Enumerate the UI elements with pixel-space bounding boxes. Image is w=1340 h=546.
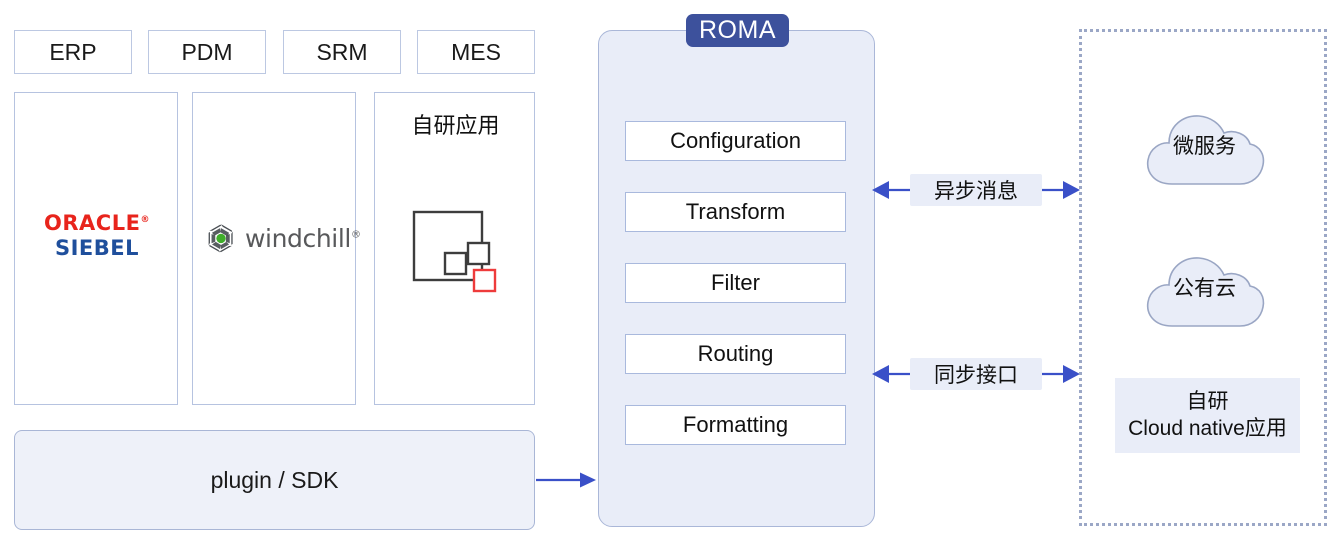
system-tag-label: SRM [316,38,368,65]
roma-item-label: Configuration [670,128,801,153]
roma-item-label: Routing [697,341,774,366]
roma-badge-label: ROMA [699,16,776,44]
roma-item-transform[interactable]: Transform [625,192,846,232]
cloud-public-cloud-svg [1146,257,1265,327]
self-developed-app-title: 自研应用 [411,113,500,138]
windchill-registered-mark: ® [350,229,361,241]
system-tag-srm[interactable]: SRM [283,30,401,74]
arrow-plugin-to-roma [536,468,598,492]
system-tag-erp[interactable]: ERP [14,30,132,74]
connector-sync-interface: 同步接口 [872,354,1080,394]
roma-item-formatting[interactable]: Formatting [625,405,846,445]
windchill-hexagon-icon-svg [208,224,233,253]
system-tag-mes[interactable]: MES [417,30,535,74]
cloud-native-app-box[interactable]: 自研 Cloud native应用 [1115,378,1300,453]
oracle-wordmark: ORACLE® [44,211,150,235]
cloud-microservice-svg [1146,115,1265,185]
cloud-native-line1: 自研 [1186,390,1229,414]
roma-item-label: Filter [711,270,760,295]
windchill-wordmark: windchill® [245,224,361,253]
cloud-microservice[interactable]: 微服务 [1142,98,1267,190]
cloud-native-line2: Cloud native应用 [1128,416,1287,440]
oracle-registered-mark: ® [140,215,150,225]
system-tag-label: MES [451,38,501,65]
connector-label: 异步消息 [934,180,1018,203]
nested-squares-diagram [405,203,505,298]
system-tag-label: PDM [181,38,233,65]
app-panel-oracle-siebel[interactable]: ORACLE® SIEBEL [14,92,178,405]
arrow-plugin-to-roma-svg [536,472,596,488]
roma-item-label: Formatting [682,412,789,437]
plugin-sdk-box[interactable]: plugin / SDK [14,430,535,530]
connector-sync-interface-label-box: 同步接口 [910,358,1042,390]
windchill-logo: windchill® [206,223,361,254]
app-panel-windchill[interactable]: windchill® [192,92,361,405]
app-panel-self-developed[interactable]: 自研应用 [374,92,535,405]
system-tag-label: ERP [49,38,97,65]
nested-squares-svg [412,210,497,293]
diagram-canvas: ERP PDM SRM MES ORACLE® SIEBEL windchill… [0,0,1340,546]
plugin-sdk-label: plugin / SDK [210,466,339,493]
oracle-siebel-logo: ORACLE® SIEBEL [15,213,179,259]
roma-item-configuration[interactable]: Configuration [625,121,846,161]
connector-async-message: 异步消息 [872,170,1080,210]
windchill-hexagon-icon [206,223,236,254]
system-tag-pdm[interactable]: PDM [148,30,266,74]
roma-item-filter[interactable]: Filter [625,263,846,303]
roma-item-label: Transform [685,199,786,224]
connector-label: 同步接口 [934,364,1018,387]
roma-item-routing[interactable]: Routing [625,334,846,374]
roma-badge: ROMA [686,14,789,47]
connector-async-message-label-box: 异步消息 [910,174,1042,206]
cloud-public-cloud[interactable]: 公有云 [1142,240,1267,332]
siebel-wordmark: SIEBEL [54,236,140,260]
